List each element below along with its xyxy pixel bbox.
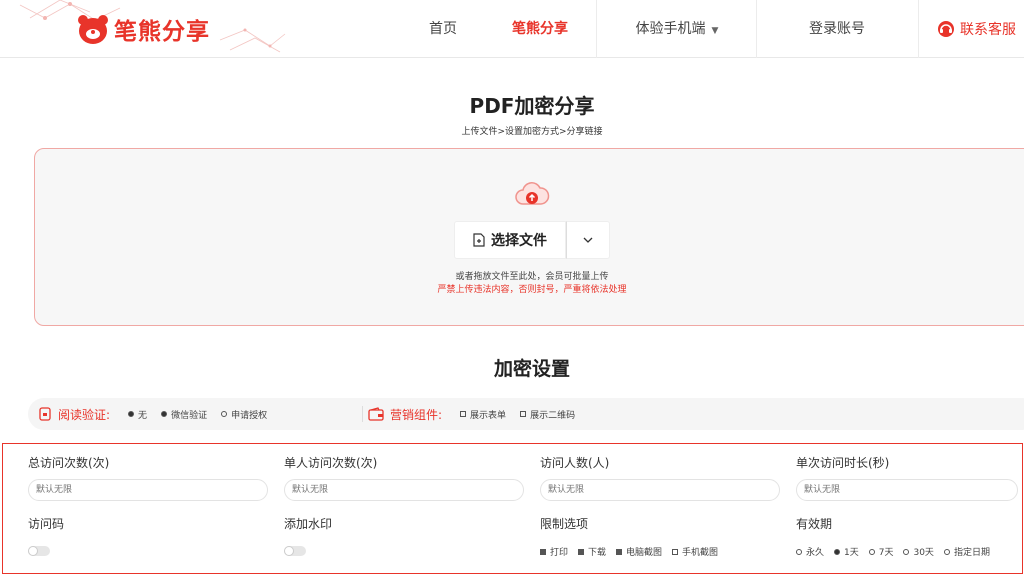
radio-icon — [796, 548, 802, 555]
phone-lock-icon — [39, 407, 51, 421]
radio-icon — [128, 411, 135, 417]
radio-icon — [868, 548, 875, 555]
checkbox-icon — [460, 411, 467, 417]
read-verify-option-wechat[interactable]: 微信验证 — [161, 408, 207, 421]
cloud-upload-icon — [515, 182, 550, 205]
upload-hint: 或者拖放文件至此处，会员可批量上传 — [455, 272, 609, 282]
access-code-toggle[interactable] — [28, 546, 50, 556]
marketing-option-form[interactable]: 展示表单 — [460, 408, 506, 421]
checkbox-icon — [616, 548, 623, 555]
bear-logo-icon — [78, 15, 108, 44]
visitors-input[interactable] — [540, 479, 780, 501]
restrict-label: 限制选项 — [540, 517, 589, 531]
radio-icon — [903, 548, 910, 555]
nav-login[interactable]: 登录账号 — [758, 0, 916, 58]
read-verify-group: 阅读验证: 无 微信验证 申请授权 — [38, 398, 267, 430]
option-label: 手机截图 — [682, 548, 719, 558]
total-visits-input[interactable] — [28, 479, 268, 501]
options-bar: 阅读验证: 无 微信验证 申请授权 营销组件: 展示表单 展示二维码 — [28, 398, 1024, 430]
read-verify-option-authorize[interactable]: 申请授权 — [221, 408, 267, 421]
validity-custom-date-radio[interactable]: 指定日期 — [943, 545, 990, 558]
validity-label: 有效期 — [796, 517, 833, 531]
headset-icon — [938, 21, 954, 37]
radio-icon — [834, 548, 841, 555]
restrict-download-checkbox[interactable]: 下载 — [578, 545, 606, 558]
checkbox-icon — [672, 548, 679, 555]
validity-7day-radio[interactable]: 7天 — [868, 545, 894, 558]
restrict-print-checkbox[interactable]: 打印 — [540, 545, 568, 558]
restrict-options: 打印 下载 电脑截图 手机截图 — [540, 545, 718, 558]
brand-logo[interactable]: 笔熊分享 — [76, 12, 210, 46]
page-title: PDF加密分享 — [469, 94, 595, 118]
option-label: 微信验证 — [171, 410, 208, 421]
nav-home[interactable]: 首页 — [410, 0, 476, 58]
option-label: 展示二维码 — [530, 410, 576, 421]
nav-mobile-label: 体验手机端 — [635, 21, 706, 37]
marketing-option-qrcode[interactable]: 展示二维码 — [520, 408, 575, 421]
checkbox-icon — [520, 411, 527, 417]
marketing-label: 营销组件: — [390, 407, 443, 422]
radio-icon — [943, 548, 950, 555]
single-visits-label: 单人访问次数(次) — [284, 456, 378, 470]
nav-divider — [596, 0, 597, 58]
radio-icon — [161, 411, 168, 417]
visitors-label: 访问人数(人) — [540, 456, 610, 470]
access-code-label: 访问码 — [28, 517, 65, 531]
nav-divider — [756, 0, 757, 58]
read-verify-label: 阅读验证: — [58, 407, 111, 422]
option-label: 30天 — [913, 548, 934, 558]
select-file-label: 选择文件 — [491, 233, 547, 249]
option-label: 申请授权 — [231, 410, 268, 421]
nav-share[interactable]: 笔熊分享 — [500, 0, 580, 58]
caret-down-icon: ▼ — [711, 26, 719, 36]
option-label: 无 — [138, 410, 148, 421]
option-label: 7天 — [878, 548, 894, 558]
option-label: 下载 — [588, 548, 607, 558]
nav-mobile[interactable]: 体验手机端 ▼ — [598, 0, 756, 58]
duration-label: 单次访问时长(秒) — [796, 456, 890, 470]
checkbox-icon — [578, 548, 585, 555]
single-visits-input[interactable] — [284, 479, 524, 501]
top-navbar: 笔熊分享 首页 笔熊分享 体验手机端 ▼ 登录账号 联系客服 — [0, 0, 1024, 58]
validity-options: 永久 1天 7天 30天 指定日期 — [796, 545, 990, 558]
option-label: 指定日期 — [953, 548, 990, 558]
wallet-icon — [368, 407, 384, 421]
validity-1day-radio[interactable]: 1天 — [834, 545, 859, 558]
upload-warning: 严禁上传违法内容，否则封号，严重将依法处理 — [437, 285, 627, 295]
restrict-pc-screenshot-checkbox[interactable]: 电脑截图 — [616, 545, 662, 558]
marketing-group: 营销组件: 展示表单 展示二维码 — [368, 398, 575, 430]
validity-30day-radio[interactable]: 30天 — [903, 545, 934, 558]
validity-forever-radio[interactable]: 永久 — [796, 545, 824, 558]
duration-input[interactable] — [796, 479, 1018, 501]
upload-options-dropdown[interactable] — [566, 221, 610, 259]
select-file-button[interactable]: 选择文件 — [454, 221, 566, 259]
option-label: 展示表单 — [470, 410, 507, 421]
file-add-icon — [473, 233, 485, 247]
read-verify-option-none[interactable]: 无 — [128, 408, 147, 421]
option-label: 打印 — [550, 548, 569, 558]
chevron-down-icon — [583, 237, 593, 243]
brand-name: 笔熊分享 — [114, 19, 210, 45]
nav-divider — [918, 0, 919, 58]
watermark-label: 添加水印 — [284, 517, 333, 531]
total-visits-label: 总访问次数(次) — [28, 456, 110, 470]
contact-label: 联系客服 — [960, 22, 1016, 38]
step-breadcrumb: 上传文件>设置加密方式>分享链接 — [461, 127, 603, 137]
option-label: 永久 — [806, 548, 825, 558]
settings-title: 加密设置 — [493, 358, 570, 380]
option-label: 电脑截图 — [626, 548, 663, 558]
contact-service-link[interactable]: 联系客服 — [936, 0, 1016, 58]
divider — [362, 406, 363, 422]
option-label: 1天 — [844, 548, 859, 558]
restrict-mobile-screenshot-checkbox[interactable]: 手机截图 — [672, 545, 718, 558]
checkbox-icon — [540, 548, 546, 555]
radio-icon — [221, 411, 228, 417]
watermark-toggle[interactable] — [284, 546, 306, 556]
